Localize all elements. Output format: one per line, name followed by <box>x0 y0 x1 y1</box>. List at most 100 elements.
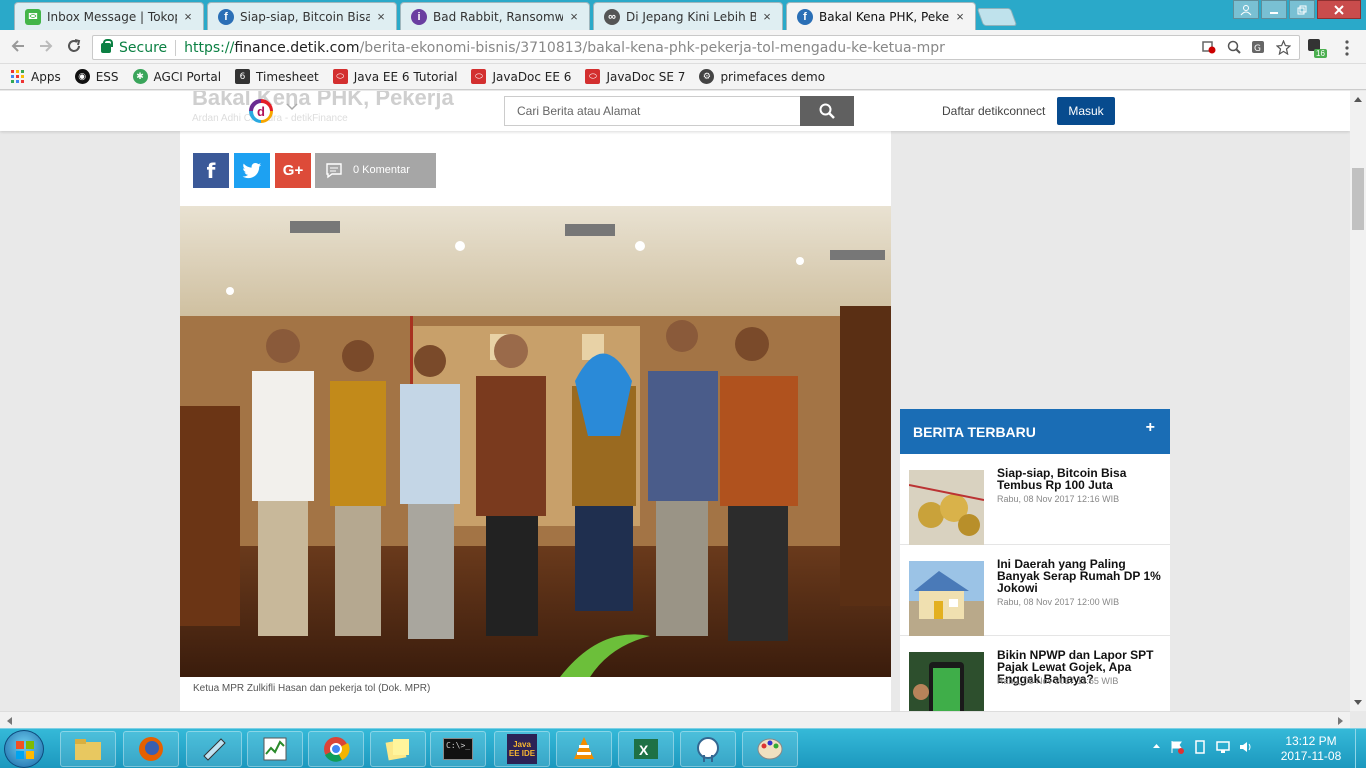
comments-button[interactable]: 0 Komentar <box>315 153 436 188</box>
bookmark-label: JavaDoc SE 7 <box>606 69 686 84</box>
security-indicator[interactable]: Secure <box>101 38 167 56</box>
bookmark-primefaces-demo[interactable]: ⚙ primefaces demo <box>699 69 825 84</box>
taskbar-java-ee-ide[interactable]: Java EE IDE <box>494 731 550 767</box>
action-center-flag-icon[interactable] <box>1170 740 1184 754</box>
bookmark-java-ee-6-tutorial[interactable]: ⬭ Java EE 6 Tutorial <box>332 69 457 84</box>
minimize-button[interactable] <box>1261 0 1287 19</box>
site-header: Bakal Kena PHK, Pekerja Ardan Adhi Chand… <box>0 91 1350 131</box>
new-tab-button[interactable] <box>976 8 1018 26</box>
taskbar-clock[interactable]: 13:12 PM 2017-11-08 <box>1280 734 1342 764</box>
volume-icon[interactable] <box>1239 740 1253 754</box>
news-item[interactable]: Ini Daerah yang Paling Banyak Serap Ruma… <box>900 545 1170 636</box>
translate-icon[interactable]: G <box>1251 40 1265 54</box>
scroll-down-arrow-icon[interactable] <box>1354 700 1362 706</box>
tab-title: Inbox Message | Tokopedi <box>47 9 177 24</box>
extension-button[interactable]: 16 <box>1307 38 1327 60</box>
close-window-button[interactable] <box>1317 0 1361 19</box>
taskbar-notepad[interactable] <box>186 731 242 767</box>
close-tab-icon[interactable]: × <box>760 9 774 24</box>
tab-bitcoin[interactable]: f Siap-siap, Bitcoin Bisa Te × <box>207 2 397 30</box>
news-thumbnail <box>909 561 984 636</box>
forward-icon[interactable] <box>38 38 54 54</box>
user-profile-button[interactable] <box>1233 0 1259 19</box>
bookmark-label: ESS <box>95 69 119 84</box>
ghost-article-title: Bakal Kena PHK, Pekerja <box>192 91 454 110</box>
network-icon[interactable] <box>1216 740 1230 754</box>
taskbar-file-explorer[interactable] <box>60 731 116 767</box>
photo-caption: Ketua MPR Zulkifli Hasan dan pekerja tol… <box>193 683 431 694</box>
firefox-icon <box>139 737 163 761</box>
bookmark-star-icon[interactable] <box>1276 40 1291 55</box>
back-icon[interactable] <box>10 38 26 54</box>
taskbar-chrome[interactable] <box>308 731 364 767</box>
expand-plus-icon[interactable]: + <box>1146 419 1155 437</box>
taskbar-paint[interactable] <box>742 731 798 767</box>
taskbar-firefox[interactable] <box>123 731 179 767</box>
close-tab-icon[interactable]: × <box>953 9 967 24</box>
tab-bakal-kena-phk[interactable]: f Bakal Kena PHK, Pekerja × <box>786 2 976 30</box>
news-item[interactable]: Bikin NPWP dan Lapor SPT Pajak Lewat Goj… <box>900 636 1170 711</box>
chevron-down-icon[interactable] <box>286 103 298 111</box>
taskbar-vlc[interactable] <box>556 731 612 767</box>
blocked-content-icon[interactable] <box>1202 40 1216 54</box>
search-placeholder: Cari Berita atau Alamat <box>517 104 641 118</box>
share-twitter-button[interactable] <box>234 153 270 188</box>
bookmark-timesheet[interactable]: 6 Timesheet <box>235 69 319 84</box>
agci-icon: ✱ <box>132 69 148 84</box>
taskbar-command-prompt[interactable]: C:\>_ <box>430 731 486 767</box>
device-icon[interactable] <box>1193 740 1207 754</box>
show-desktop-button[interactable] <box>1355 729 1366 768</box>
extension-badge: 16 <box>1314 49 1327 58</box>
paint-palette-icon <box>757 738 783 760</box>
close-tab-icon[interactable]: × <box>567 9 581 24</box>
svg-text:X: X <box>639 742 649 758</box>
url-host: finance.detik.com <box>234 39 360 56</box>
close-tab-icon[interactable]: × <box>181 9 195 24</box>
bookmark-agci-portal[interactable]: ✱ AGCI Portal <box>132 69 221 84</box>
site-search-button[interactable] <box>800 96 854 126</box>
menu-dots-icon[interactable] <box>1344 40 1350 56</box>
detik-logo[interactable]: d <box>249 99 273 123</box>
restore-button[interactable] <box>1289 0 1315 19</box>
bookmarks-bar: Apps ◉ ESS ✱ AGCI Portal 6 Timesheet ⬭ J… <box>0 64 1366 90</box>
primefaces-icon: ⚙ <box>699 69 715 84</box>
scroll-right-arrow-icon[interactable] <box>1338 717 1344 725</box>
news-title[interactable]: Ini Daerah yang Paling Banyak Serap Ruma… <box>997 558 1162 594</box>
scroll-left-arrow-icon[interactable] <box>6 717 12 725</box>
taskbar-postgresql[interactable] <box>680 731 736 767</box>
zoom-icon[interactable] <box>1227 40 1241 54</box>
tab-jepang[interactable]: ∞ Di Jepang Kini Lebih Ban × <box>593 2 783 30</box>
bookmark-apps[interactable]: Apps <box>10 69 61 84</box>
site-search-input[interactable]: Cari Berita atau Alamat <box>504 96 801 126</box>
bookmark-javadoc-ee-6[interactable]: ⬭ JavaDoc EE 6 <box>471 69 571 84</box>
ess-icon: ◉ <box>74 69 90 84</box>
reload-icon[interactable] <box>66 38 82 54</box>
taskbar-excel[interactable]: X <box>618 731 674 767</box>
address-bar[interactable]: Secure https://finance.detik.com/berita-… <box>92 35 1300 60</box>
user-icon <box>1240 4 1252 15</box>
bookmark-ess[interactable]: ◉ ESS <box>74 69 119 84</box>
bookmark-javadoc-se-7[interactable]: ⬭ JavaDoc SE 7 <box>585 69 685 84</box>
share-facebook-button[interactable]: f <box>193 153 229 188</box>
tab-inbox-message[interactable]: ✉ Inbox Message | Tokopedi × <box>14 2 204 30</box>
taskbar-sticky-notes[interactable] <box>370 731 426 767</box>
show-hidden-icons-icon[interactable] <box>1152 740 1161 752</box>
twitter-icon <box>242 162 262 178</box>
login-button[interactable]: Masuk <box>1057 97 1115 125</box>
news-thumbnail <box>909 652 984 711</box>
tab-title: Bakal Kena PHK, Pekerja <box>819 9 949 24</box>
share-google-plus-button[interactable]: G+ <box>275 153 311 188</box>
taskbar-task-manager[interactable] <box>247 731 303 767</box>
page-viewport: f G+ 0 Komentar Ketua MPR Zulkifli Hasan… <box>0 91 1350 711</box>
scroll-up-arrow-icon[interactable] <box>1354 96 1362 102</box>
register-link[interactable]: Daftar detikconnect <box>942 104 1045 118</box>
tab-bad-rabbit[interactable]: i Bad Rabbit, Ransomware × <box>400 2 590 30</box>
java-ee-ide-icon: Java EE IDE <box>507 734 537 764</box>
start-button[interactable] <box>4 730 44 768</box>
news-item[interactable]: Siap-siap, Bitcoin Bisa Tembus Rp 100 Ju… <box>900 454 1170 545</box>
vertical-scroll-thumb[interactable] <box>1352 168 1364 230</box>
comment-bubble-icon <box>326 163 342 179</box>
close-tab-icon[interactable]: × <box>374 9 388 24</box>
horizontal-scrollbar[interactable] <box>0 711 1350 728</box>
news-title[interactable]: Siap-siap, Bitcoin Bisa Tembus Rp 100 Ju… <box>997 467 1162 491</box>
